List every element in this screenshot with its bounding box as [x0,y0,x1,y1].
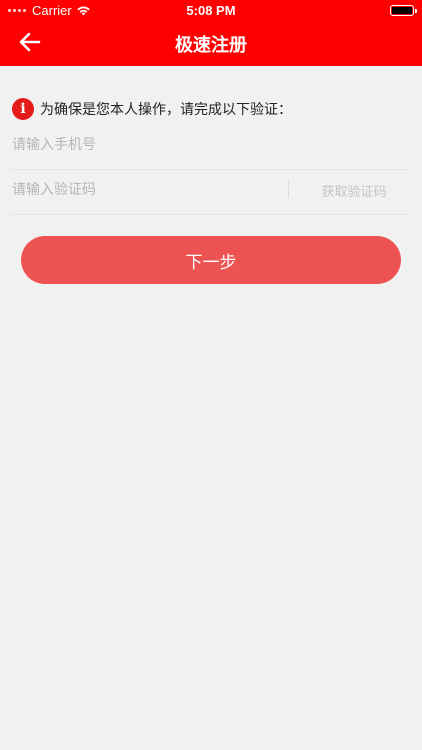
page-title: 极速注册 [175,35,247,56]
code-field: 获取验证码 [12,165,410,215]
next-button[interactable]: 下一步 [21,236,401,284]
notice-text: 为确保是您本人操作，请完成以下验证： [40,102,292,118]
phone-input[interactable] [12,120,272,170]
get-code-button[interactable]: 获取验证码 [298,165,410,215]
status-bar: Carrier 5:08 PM [0,0,422,22]
phone-field [12,120,410,170]
status-time: 5:08 PM [186,3,236,18]
verification-notice: i 为确保是您本人操作，请完成以下验证： [12,98,292,120]
battery-icon [390,5,417,16]
info-icon: i [12,98,34,120]
code-input[interactable] [12,165,272,215]
register-screen: Carrier 5:08 PM 极速注册 i 为确保是您本人操作，请完成以下验证… [0,0,422,750]
field-divider [288,180,289,198]
top-bar: Carrier 5:08 PM 极速注册 [0,0,422,66]
